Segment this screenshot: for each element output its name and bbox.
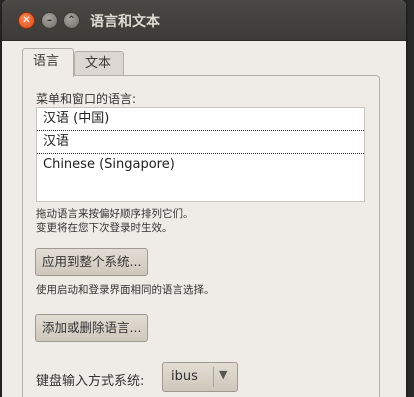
language-support-window: ✕ – ⌃ 语言和文本 语言 文本 菜单和窗口的语言: 汉语 (中国) 汉语 C… — [2, 0, 406, 397]
menu-language-label: 菜单和窗口的语言: — [36, 92, 137, 106]
drag-hint-line1: 拖动语言来按偏好顺序排列它们。 — [36, 208, 194, 220]
drag-hint-line2: 变更将在您下次登录时生效。 — [36, 222, 173, 234]
input-method-select[interactable]: ibus ▼ — [162, 362, 238, 392]
language-list-item[interactable]: Chinese (Singapore) — [37, 154, 364, 176]
titlebar: ✕ – ⌃ 语言和文本 — [2, 0, 406, 41]
input-method-value: ibus — [171, 369, 198, 384]
add-remove-languages-button[interactable]: 添加或删除语言... — [35, 314, 149, 342]
minimize-window-icon[interactable]: – — [41, 12, 58, 29]
tab-language[interactable]: 语言 — [22, 48, 74, 77]
window-title: 语言和文本 — [90, 14, 160, 30]
select-divider — [213, 367, 214, 387]
keyboard-input-method-label: 键盘输入方式系统: — [36, 374, 145, 389]
close-window-icon[interactable]: ✕ — [18, 12, 35, 29]
language-list-item[interactable]: 汉语 (中国) — [37, 108, 364, 131]
chevron-down-icon: ▼ — [219, 368, 228, 381]
language-list[interactable]: 汉语 (中国) 汉语 Chinese (Singapore) — [36, 107, 365, 202]
apply-hint: 使用启动和登录界面相同的语言选择。 — [36, 284, 215, 296]
tab-panel-language: 菜单和窗口的语言: 汉语 (中国) 汉语 Chinese (Singapore)… — [22, 75, 380, 397]
maximize-window-icon[interactable]: ⌃ — [63, 12, 80, 29]
language-list-item[interactable]: 汉语 — [37, 131, 364, 154]
apply-system-wide-button[interactable]: 应用到整个系统... — [35, 248, 149, 276]
tab-text[interactable]: 文本 — [74, 51, 124, 76]
